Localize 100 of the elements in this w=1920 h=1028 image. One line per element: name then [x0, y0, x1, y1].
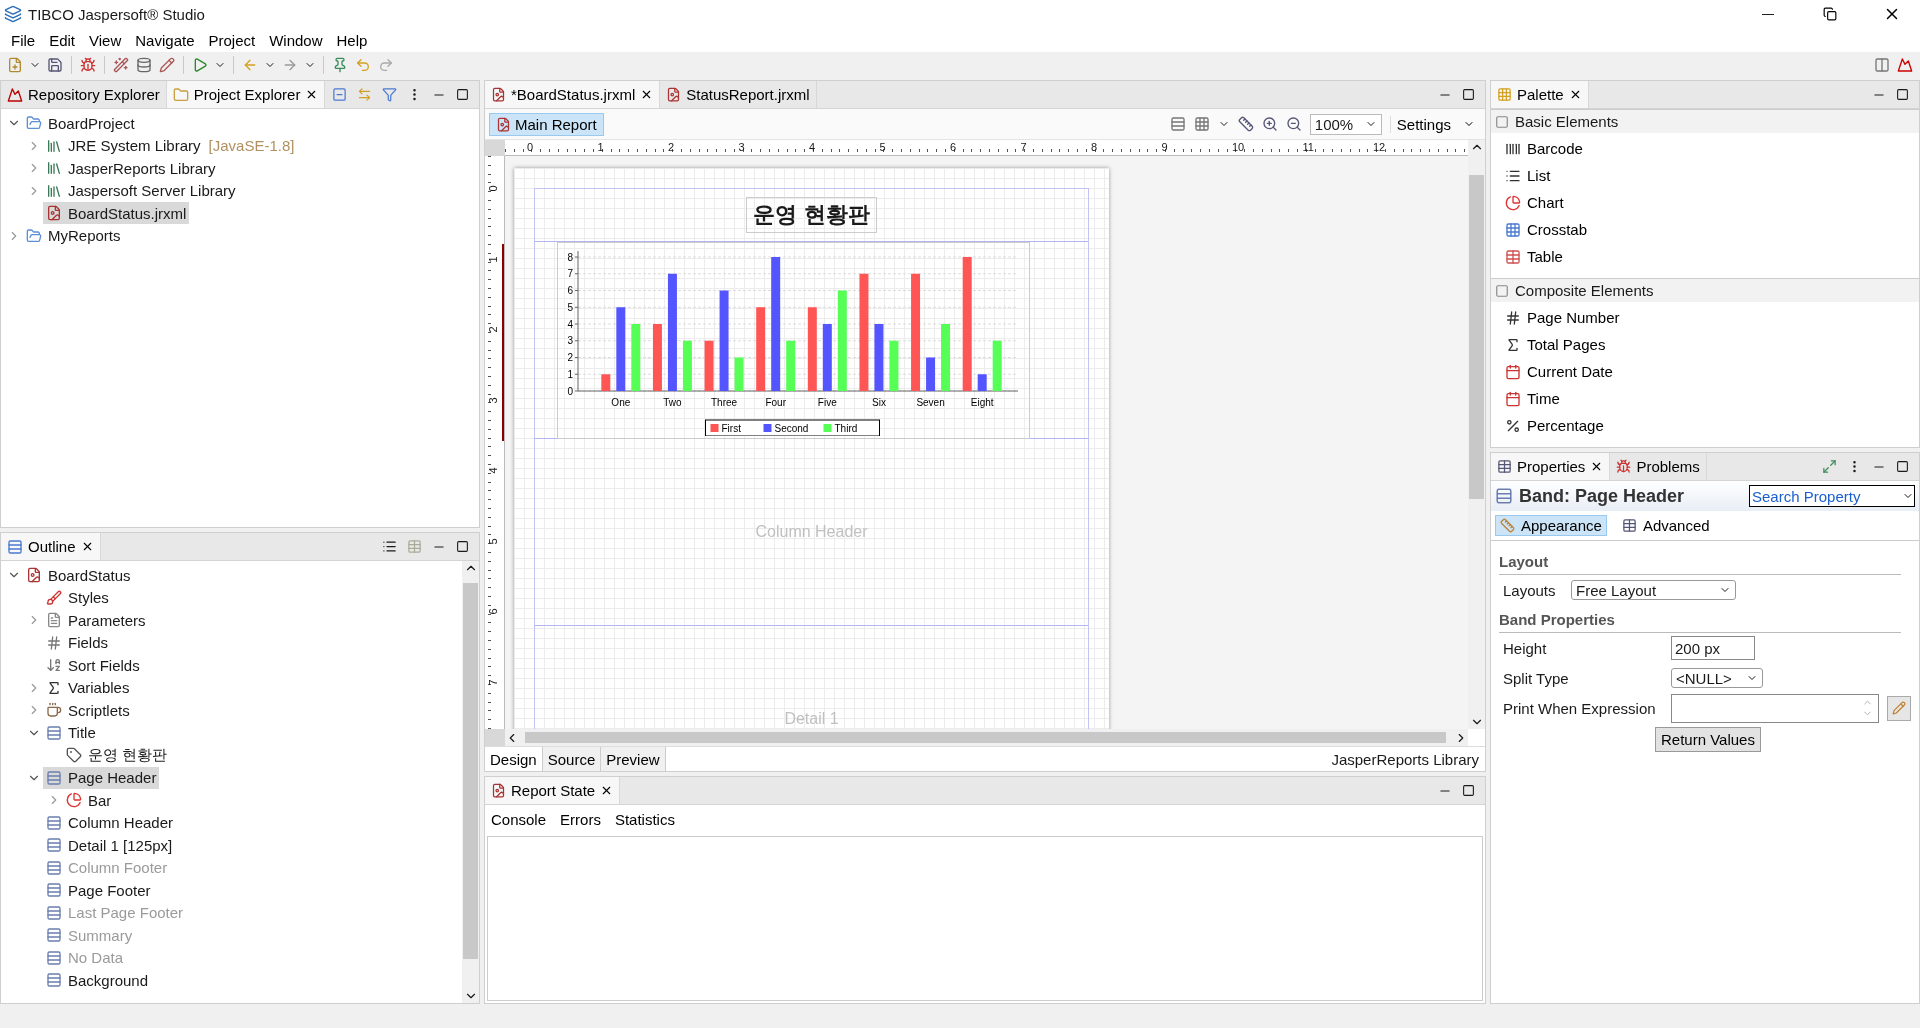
menu-item[interactable]: Navigate	[128, 28, 202, 52]
tree-item[interactable]: Scriptlets	[43, 699, 133, 722]
tree-item[interactable]: 운영 현황판	[63, 744, 171, 767]
view-tab[interactable]: Palette	[1491, 81, 1589, 108]
view-tab[interactable]: Repository Explorer	[1, 81, 167, 108]
palette-item[interactable]: Barcode	[1491, 135, 1919, 162]
maximize-icon[interactable]	[456, 540, 469, 553]
field-label: Layouts	[1503, 581, 1557, 599]
tree-view-icon[interactable]	[382, 539, 397, 554]
tree-item[interactable]: Jaspersoft Server Library	[43, 179, 239, 202]
maximize-icon[interactable]	[1462, 784, 1475, 797]
tree-item[interactable]: Page Header	[43, 766, 160, 789]
tree-item[interactable]: Title	[43, 721, 99, 744]
grid-icon[interactable]	[1193, 116, 1210, 132]
height-field[interactable]: 200 px	[1671, 636, 1755, 660]
tree-item[interactable]: BoardStatus.jrxml	[43, 202, 190, 225]
editor-mode-tab[interactable]: Preview	[601, 747, 666, 771]
ruler-icon[interactable]	[1237, 116, 1254, 132]
zoom-out-icon[interactable]	[1285, 116, 1302, 132]
scrollbar[interactable]	[505, 729, 1468, 746]
tree-item[interactable]: Variables	[43, 676, 133, 699]
breadcrumb-button[interactable]: Main Report	[489, 112, 604, 136]
search-field[interactable]: Search Property	[1749, 485, 1915, 507]
palette-section-header[interactable]: Composite Elements	[1491, 278, 1919, 302]
view-tab[interactable]: Report State	[485, 777, 621, 804]
pencil-icon	[159, 57, 175, 73]
band-icon	[46, 814, 62, 831]
bar-chart[interactable]: 0 1 2 3 4 5 6 7 8 One Two Three Four Five Six Seven Eight First Second Third	[557, 241, 1030, 439]
scroll-thumb[interactable]	[1469, 175, 1484, 500]
report-title[interactable]: 운영 현황판	[745, 197, 878, 233]
palette-item[interactable]: Page Number	[1491, 304, 1919, 331]
layout-dropdown[interactable]: Free Layout	[1571, 580, 1736, 600]
palette-section-header[interactable]: Basic Elements	[1491, 109, 1919, 133]
bar	[941, 323, 951, 391]
palette-item[interactable]: List	[1491, 162, 1919, 189]
tree-item[interactable]: Background	[43, 969, 152, 992]
console-tab[interactable]: Console	[489, 809, 549, 830]
maximize-icon[interactable]	[1896, 88, 1909, 101]
menu-item[interactable]: Window	[262, 28, 330, 52]
settings-button[interactable]: Settings	[1389, 115, 1481, 133]
cup-icon	[46, 702, 62, 719]
tree-item[interactable]: Bar	[63, 789, 115, 812]
palette-item[interactable]: Current Date	[1491, 358, 1919, 385]
x-tick-label: Seven	[916, 396, 945, 408]
return-values-button[interactable]: Return Values	[1655, 727, 1761, 752]
bar	[601, 373, 611, 391]
menu-item[interactable]: View	[82, 28, 129, 52]
tree-item[interactable]: BoardProject	[23, 112, 138, 135]
palette-item[interactable]: Chart	[1491, 189, 1919, 216]
page-tab[interactable]: Advanced	[1616, 515, 1715, 536]
band-label: Detail 1	[784, 710, 839, 728]
view-tab[interactable]: Project Explorer	[166, 81, 326, 108]
link-icon[interactable]	[357, 87, 372, 102]
tree-item[interactable]: Column Header	[43, 811, 177, 834]
console-tab[interactable]: Errors	[558, 809, 603, 830]
band-icon	[46, 769, 62, 786]
split-type-dropdown[interactable]: <NULL>	[1671, 668, 1763, 688]
tree-item[interactable]: Page Footer	[43, 879, 154, 902]
maximize-icon[interactable]	[1896, 460, 1909, 473]
band-icon[interactable]	[1169, 116, 1186, 132]
page-tab[interactable]: Appearance	[1495, 515, 1607, 536]
view-tab[interactable]: Problems	[1610, 453, 1707, 480]
scroll-thumb[interactable]	[525, 732, 1446, 743]
collapse-all-icon[interactable]	[332, 87, 347, 102]
tree-item[interactable]: Sort Fields	[43, 654, 143, 677]
expression-editor-button[interactable]	[1886, 695, 1911, 721]
tree-item[interactable]: Detail 1 [125px]	[43, 834, 176, 857]
editor-tab[interactable]: StatusReport.jrxml	[660, 81, 817, 108]
tree-item[interactable]: Parameters	[43, 609, 149, 632]
tree-item[interactable]: MyReports	[23, 224, 124, 247]
palette-item[interactable]: Time	[1491, 385, 1919, 412]
palette-item[interactable]: Table	[1491, 243, 1919, 270]
scrollbar[interactable]	[1468, 140, 1485, 729]
console-tab[interactable]: Statistics	[612, 809, 677, 830]
tree-item[interactable]: Styles	[43, 586, 112, 609]
tree-item[interactable]: BoardStatus	[23, 564, 134, 587]
zoom-field[interactable]: 100%	[1309, 113, 1382, 135]
palette-item[interactable]: Crosstab	[1491, 216, 1919, 243]
tree-item[interactable]: JasperReports Library	[43, 157, 219, 180]
editor-mode-tab[interactable]: Source	[542, 747, 602, 771]
menu-item[interactable]: File	[4, 28, 43, 52]
scrollbar[interactable]	[462, 561, 479, 1003]
menu-item[interactable]: Project	[201, 28, 263, 52]
maximize-icon[interactable]	[1462, 88, 1475, 101]
tree-item[interactable]: JRE System Library	[43, 134, 204, 157]
y-tick-label: 8	[567, 251, 573, 262]
scroll-thumb[interactable]	[463, 583, 478, 959]
palette-item[interactable]: Total Pages	[1491, 331, 1919, 358]
menu-item[interactable]: Help	[329, 28, 375, 52]
view-tab[interactable]: Outline	[1, 533, 101, 560]
minimize-icon	[1762, 13, 1774, 15]
filter-icon[interactable]	[382, 87, 397, 102]
palette-item[interactable]: Percentage	[1491, 412, 1919, 439]
view-tab[interactable]: Properties	[1491, 453, 1611, 480]
zoom-in-icon[interactable]	[1261, 116, 1278, 132]
maximize-icon[interactable]	[456, 88, 469, 101]
table-view-icon[interactable]	[407, 539, 422, 554]
menu-item[interactable]: Edit	[42, 28, 83, 52]
editor-tab[interactable]: *BoardStatus.jrxml	[485, 81, 661, 108]
tree-item[interactable]: Fields	[43, 631, 111, 654]
